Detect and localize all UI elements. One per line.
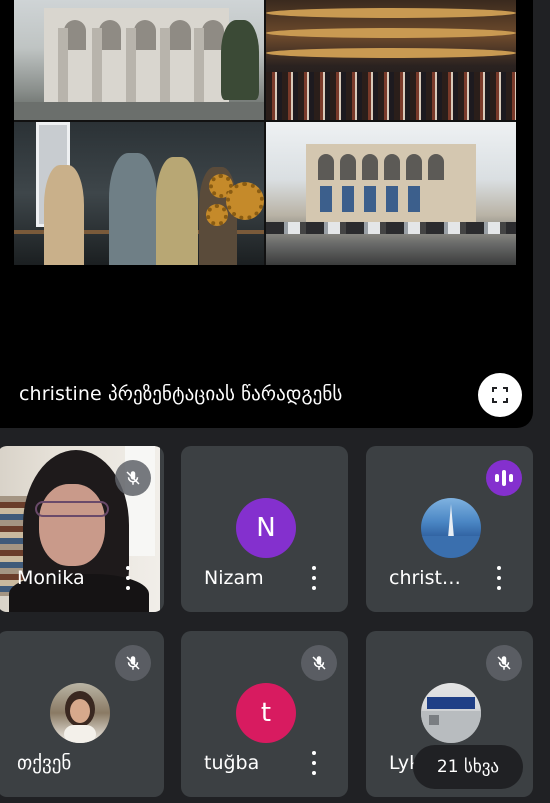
avatar: t bbox=[236, 683, 296, 743]
participant-name: Nizam bbox=[204, 567, 264, 589]
avatar bbox=[421, 498, 481, 558]
participant-tile-christine[interactable]: christ… bbox=[366, 446, 533, 612]
slide-photo-stage bbox=[14, 122, 264, 265]
participant-tile-nizam[interactable]: N Nizam bbox=[181, 446, 348, 612]
speaking-indicator-icon bbox=[486, 460, 522, 496]
participant-name: tuğba bbox=[204, 752, 260, 774]
participant-tile-you[interactable]: თქვენ bbox=[0, 631, 164, 797]
participant-name: christ… bbox=[389, 567, 461, 589]
participant-tile-monika[interactable]: Monika bbox=[0, 446, 164, 612]
slide-photo-theatre-exterior bbox=[266, 122, 516, 265]
fullscreen-button[interactable] bbox=[478, 373, 522, 417]
mic-muted-icon bbox=[301, 645, 337, 681]
fullscreen-icon bbox=[492, 387, 508, 403]
more-options-icon[interactable] bbox=[495, 566, 503, 590]
presentation-area[interactable]: christine პრეზენტაციას წარადგენს bbox=[0, 0, 533, 428]
avatar bbox=[50, 683, 110, 743]
avatar bbox=[421, 683, 481, 743]
mic-muted-icon bbox=[115, 460, 151, 496]
mic-muted-icon bbox=[115, 645, 151, 681]
participant-name: Monika bbox=[17, 567, 85, 589]
presentation-slide bbox=[14, 0, 516, 265]
participant-tile-tugba[interactable]: t tuğba bbox=[181, 631, 348, 797]
more-options-icon[interactable] bbox=[310, 566, 318, 590]
slide-photo-auditorium bbox=[266, 0, 516, 120]
slide-photo-building bbox=[14, 0, 264, 120]
participant-name: თქვენ bbox=[17, 752, 72, 774]
presenter-caption: christine პრეზენტაციას წარადგენს bbox=[19, 383, 343, 405]
avatar: N bbox=[236, 498, 296, 558]
mic-muted-icon bbox=[486, 645, 522, 681]
more-participants-button[interactable]: 21 სხვა bbox=[413, 745, 523, 789]
more-options-icon[interactable] bbox=[124, 566, 132, 590]
more-options-icon[interactable] bbox=[310, 751, 318, 775]
